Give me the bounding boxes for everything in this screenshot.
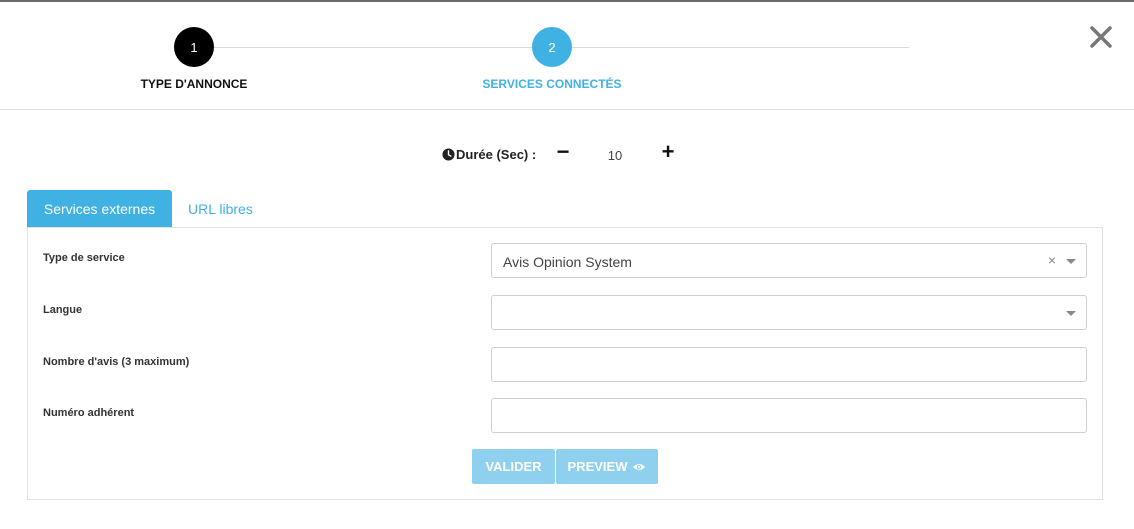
duration-control: Durée (Sec) : − 10 + (0, 141, 1134, 167)
eye-icon (633, 463, 646, 470)
service-type-select[interactable]: Avis Opinion System × (491, 243, 1087, 278)
increase-duration-button[interactable]: + (660, 141, 676, 163)
close-icon (1090, 26, 1112, 48)
validate-button[interactable]: VALIDER (472, 449, 555, 484)
member-number-label: Numéro adhérent (43, 407, 135, 419)
service-type-label: Type de service (43, 252, 125, 264)
language-label: Langue (43, 304, 83, 316)
step-connector-trailing (572, 47, 909, 48)
validate-button-label: VALIDER (485, 459, 542, 474)
step-connector (214, 47, 532, 48)
preview-button-label: PREVIEW (567, 459, 628, 474)
review-count-label: Nombre d'avis (3 maximum) (43, 356, 190, 368)
language-select[interactable] (491, 295, 1087, 330)
service-type-value: Avis Opinion System (503, 254, 632, 270)
step-1-circle[interactable]: 1 (174, 27, 214, 67)
chevron-down-icon (1066, 259, 1076, 264)
step-2-label: SERVICES CONNECTÉS (482, 77, 622, 91)
preview-button[interactable]: PREVIEW (556, 449, 658, 484)
tab-url-libres[interactable]: URL libres (188, 190, 253, 227)
chevron-down-icon (1066, 311, 1076, 316)
services-form-panel: Type de service Avis Opinion System × La… (27, 227, 1103, 500)
clock-icon (442, 148, 455, 161)
step-1-label: TYPE D'ANNONCE (140, 77, 248, 91)
clear-selection-icon[interactable]: × (1048, 252, 1056, 268)
stepper-header: 1 TYPE D'ANNONCE 2 SERVICES CONNECTÉS (0, 2, 1134, 110)
close-button[interactable] (1088, 24, 1114, 50)
decrease-duration-button[interactable]: − (555, 141, 571, 163)
duration-value: 10 (607, 148, 623, 163)
duration-label: Durée (Sec) : (456, 147, 537, 162)
tab-services-externes[interactable]: Services externes (27, 190, 172, 227)
member-number-input[interactable] (491, 398, 1087, 433)
step-2-circle[interactable]: 2 (532, 27, 572, 67)
review-count-input[interactable] (491, 347, 1087, 382)
